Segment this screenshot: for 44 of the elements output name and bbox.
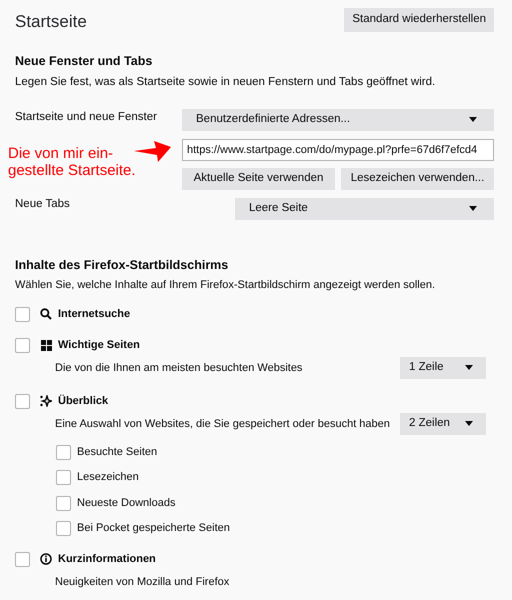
caret-icon [465, 421, 473, 426]
url-field[interactable]: https://www.startpage.com/do/mypage.pl?prfe=67d6f7efcd4 [182, 138, 494, 160]
checkbox-label[interactable]: Bei Pocket gespeicherte Seiten [77, 520, 230, 537]
arrow-icon [134, 141, 171, 162]
checkbox-label[interactable]: Neueste Downloads [77, 494, 176, 512]
checkbox-label[interactable]: Lesezeichen [77, 469, 139, 486]
page-title: Startseite [15, 11, 87, 33]
option-description: Neuigkeiten von Mozilla und Firefox [55, 574, 230, 590]
checkbox-label[interactable]: Kurzinformationen [58, 551, 156, 568]
checkbox-label[interactable]: Internetsuche [58, 306, 130, 322]
dropdown[interactable]: Benutzerdefinierte Adressen... [182, 108, 494, 130]
caret-icon [469, 117, 477, 122]
sparkle-icon [40, 395, 52, 408]
option-description: Die von die Ihnen am meisten besuchten Websites [55, 360, 302, 376]
dropdown[interactable]: 1 Zeile [400, 356, 486, 379]
checkbox[interactable] [56, 470, 71, 485]
dropdown[interactable]: Leere Seite [235, 198, 494, 220]
action-button[interactable]: Lesezeichen verwenden... [341, 168, 494, 190]
caret-icon [465, 365, 473, 370]
checkbox[interactable] [15, 394, 30, 409]
section-heading: Neue Fenster und Tabs [15, 52, 154, 70]
action-button[interactable]: Aktuelle Seite verwenden [182, 168, 335, 190]
grid-icon [40, 340, 52, 351]
info-icon [40, 553, 52, 566]
dropdown[interactable]: 2 Zeilen [400, 412, 486, 435]
checkbox[interactable] [56, 444, 71, 460]
option-description: Eine Auswahl von Websites, die Sie gespeichert oder besucht haben [55, 416, 390, 432]
checkbox[interactable] [56, 521, 71, 536]
restore-button[interactable]: Standard wiederherstellen [344, 8, 494, 32]
checkbox-label[interactable]: Wichtige Seiten [58, 337, 140, 354]
section-description: Legen Sie fest, was als Startseite sowie in neuen Fenstern und Tabs geöffnet wird. [15, 75, 436, 90]
field-label: Neue Tabs [15, 196, 71, 212]
checkbox[interactable] [15, 338, 30, 353]
section-heading: Inhalte des Firefox-Startbildschirms [15, 256, 230, 274]
checkbox-label[interactable]: Besuchte Seiten [77, 444, 158, 460]
field-label: Startseite und neue Fenster [15, 110, 158, 124]
checkbox[interactable] [15, 552, 30, 567]
section-description: Wählen Sie, welche Inhalte auf Ihrem Firefox-Startbildschirm angezeigt werden sollen. [15, 278, 436, 294]
annotation-text: Die von mir ein- gestellte Startseite. [8, 145, 136, 179]
checkbox[interactable] [15, 306, 30, 322]
search-icon [40, 308, 52, 320]
checkbox[interactable] [56, 496, 71, 510]
caret-icon [469, 206, 477, 211]
checkbox-label[interactable]: Überblick [58, 393, 108, 410]
